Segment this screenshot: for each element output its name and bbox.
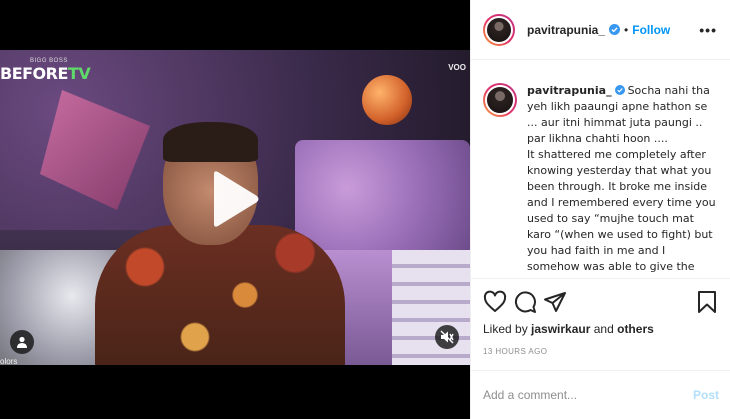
caption-avatar[interactable] — [483, 83, 517, 117]
post-actions — [483, 290, 719, 316]
channel-logo-text: BEFORETV — [0, 64, 91, 83]
comment-input[interactable] — [483, 388, 693, 402]
mute-icon — [440, 330, 454, 344]
person-hair — [163, 122, 258, 162]
likes-user[interactable]: jaswirkaur — [531, 322, 590, 336]
verified-icon — [609, 24, 621, 35]
watermark-right: VOO — [448, 63, 466, 72]
likes-prefix: Liked by — [483, 322, 532, 336]
post-timestamp[interactable]: 13 HOURS AGO — [483, 347, 547, 356]
likes-and: and — [590, 322, 618, 336]
comment-form: Post — [471, 370, 730, 419]
caption-text: pavitrapunia_ Socha nahi tha yeh likh paa… — [527, 83, 717, 275]
post-side-panel: pavitrapunia_ • Follow ••• pavitrapunia_… — [470, 0, 730, 419]
caption-avatar-image — [485, 85, 515, 115]
watermark-bottom: olors — [0, 357, 18, 366]
channel-logo-before: BEFORE — [0, 64, 68, 83]
more-options-button[interactable]: ••• — [699, 22, 717, 38]
caption-area[interactable]: pavitrapunia_ Socha nahi tha yeh likh paa… — [471, 61, 730, 278]
avatar-image — [485, 15, 513, 44]
channel-logo-tv: TV — [67, 64, 91, 83]
comment-icon — [514, 291, 536, 313]
likes-summary: Liked by jaswirkaur and others — [483, 322, 654, 336]
caption-body: It shattered me completely after knowing… — [527, 148, 716, 273]
follow-button[interactable]: Follow — [632, 23, 670, 37]
post-header: pavitrapunia_ • Follow ••• — [471, 0, 730, 60]
post-media[interactable]: BIGG BOSS BEFORETV VOO olors — [0, 0, 470, 419]
header-username[interactable]: pavitrapunia_ — [527, 23, 605, 37]
set-lamp — [362, 75, 412, 125]
post-comment-button[interactable]: Post — [693, 388, 719, 402]
caption-row: pavitrapunia_ Socha nahi tha yeh likh paa… — [483, 83, 717, 275]
comment-button[interactable] — [513, 290, 537, 314]
mute-button[interactable] — [435, 325, 459, 349]
save-button[interactable] — [695, 290, 719, 314]
share-button[interactable] — [543, 290, 567, 314]
play-button[interactable] — [212, 170, 260, 228]
sofa-back — [295, 140, 470, 260]
play-icon — [214, 171, 259, 227]
divider — [471, 278, 730, 279]
heart-icon — [483, 290, 507, 312]
avatar[interactable] — [483, 13, 515, 46]
verified-icon — [614, 85, 625, 95]
person-shirt — [95, 225, 345, 365]
bookmark-icon — [698, 291, 716, 313]
header-separator: • — [624, 22, 629, 37]
share-icon — [544, 292, 566, 312]
user-tag-icon — [17, 336, 27, 348]
stairs — [392, 250, 470, 365]
channel-logo: BIGG BOSS BEFORETV — [0, 58, 91, 83]
like-button[interactable] — [483, 290, 507, 314]
likes-others[interactable]: others — [617, 322, 654, 336]
caption-username[interactable]: pavitrapunia_ — [527, 84, 612, 97]
tagged-users-button[interactable] — [10, 330, 34, 354]
